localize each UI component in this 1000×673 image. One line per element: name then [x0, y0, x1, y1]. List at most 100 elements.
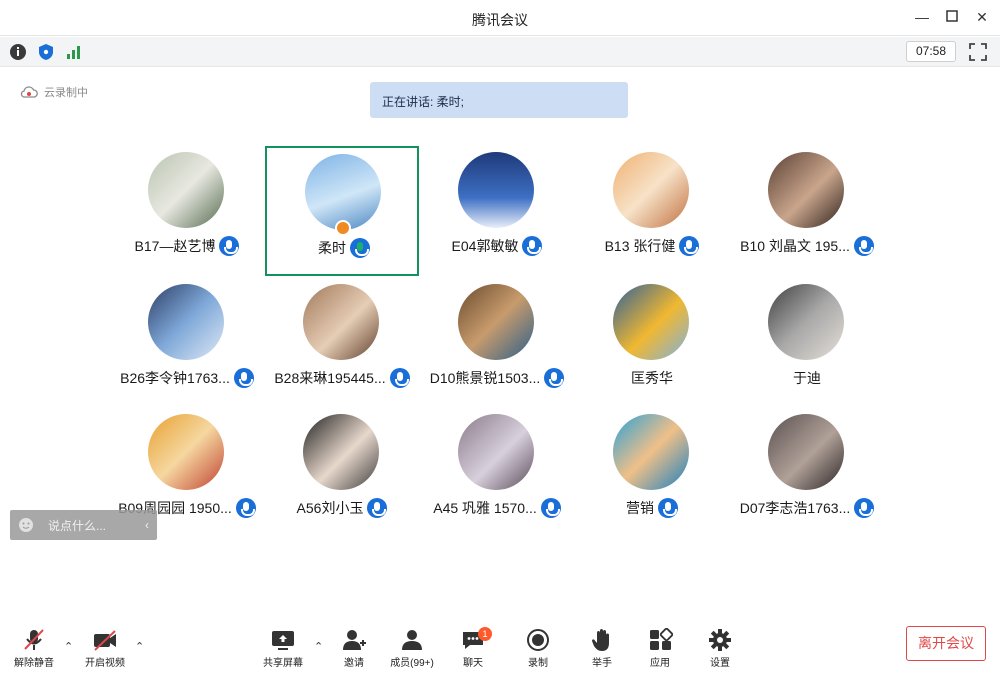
meeting-timer: 07:58 [906, 41, 956, 62]
participant-name-row: B17—赵艺博 [110, 236, 264, 256]
participant-name: B13 张行健 [604, 238, 676, 254]
gear-icon [709, 629, 731, 651]
participant-name: B17—赵艺博 [134, 238, 216, 254]
avatar [458, 414, 534, 490]
participant-name-row: B26李令钟1763... [110, 368, 264, 388]
participant-name: B28来琳195445... [274, 370, 386, 386]
participant-name-row: B28来琳195445... [265, 368, 419, 388]
collapse-chevron-icon[interactable]: ‹ [145, 518, 149, 532]
avatar [613, 414, 689, 490]
record-label: 录制 [528, 658, 548, 669]
participant-name-row: E04郭敏敏 [420, 236, 574, 256]
shield-icon[interactable] [36, 42, 56, 62]
mic-status-icon [233, 368, 254, 388]
participant-name: A45 巩雅 1570... [433, 500, 537, 516]
avatar [613, 284, 689, 360]
unmute-button[interactable]: 解除静音 [4, 622, 64, 673]
participant-name: A56刘小玉 [296, 500, 364, 516]
fullscreen-icon[interactable] [967, 41, 989, 63]
chat-label: 聊天 [463, 658, 483, 669]
invite-label: 邀请 [344, 658, 364, 669]
screen-share-icon [272, 631, 294, 650]
participant-name-row: D07李志浩1763... [730, 498, 884, 518]
participant-name: 于迪 [793, 370, 821, 386]
apps-button[interactable]: 应用 [630, 622, 690, 673]
participant-name: 营销 [626, 500, 654, 516]
minimize-icon[interactable]: — [913, 8, 931, 26]
mic-status-icon [853, 236, 874, 256]
signal-icon[interactable] [64, 42, 84, 62]
members-button[interactable]: 成员(99+) [382, 622, 442, 673]
avatar [768, 284, 844, 360]
close-icon[interactable]: ✕ [973, 8, 991, 26]
mic-status-icon [235, 498, 256, 518]
cloud-record-icon [20, 86, 38, 98]
speaking-banner: 正在讲话: 柔时; [370, 82, 628, 118]
mic-status-icon [219, 236, 240, 256]
mic-status-icon [522, 236, 543, 256]
avatar [148, 414, 224, 490]
invite-user-icon [343, 630, 366, 650]
recording-label: 云录制中 [44, 87, 88, 99]
mic-status-icon [389, 368, 410, 388]
mic-status-icon [367, 498, 388, 518]
participant-tile[interactable]: A45 巩雅 1570... [420, 408, 574, 538]
participant-tile[interactable]: B13 张行健 [575, 146, 729, 276]
apps-label: 应用 [650, 658, 670, 669]
participant-tile[interactable]: B10 刘晶文 195... [730, 146, 884, 276]
participant-tile[interactable]: E04郭敏敏 [420, 146, 574, 276]
meeting-info-bar [0, 37, 1000, 67]
hand-icon [592, 629, 609, 651]
participant-name: 匡秀华 [631, 370, 673, 386]
participant-name: B26李令钟1763... [120, 370, 230, 386]
video-off-icon [94, 630, 116, 651]
participant-tile[interactable]: 于迪 [730, 278, 884, 408]
participant-tile[interactable]: B26李令钟1763... [110, 278, 264, 408]
mic-status-icon [350, 238, 370, 258]
info-icon[interactable] [8, 42, 28, 62]
share-screen-button[interactable]: 共享屏幕 [253, 622, 313, 673]
invite-button[interactable]: 邀请 [324, 622, 384, 673]
control-bar: 解除静音 ⌃ 开启视频 ⌃ 共享屏幕 ⌃ 邀请 成员(99+) 1 聊天 录制 … [0, 622, 1000, 673]
participant-tile[interactable]: D07李志浩1763... [730, 408, 884, 538]
share-options-chevron-icon[interactable]: ⌃ [314, 640, 323, 653]
avatar [305, 154, 381, 230]
settings-label: 设置 [710, 658, 730, 669]
participant-name-row: B10 刘晶文 195... [730, 236, 884, 256]
host-badge-icon [335, 220, 351, 236]
avatar [768, 152, 844, 228]
participant-tile[interactable]: 营销 [575, 408, 729, 538]
raise-hand-button[interactable]: 举手 [572, 622, 632, 673]
start-video-button[interactable]: 开启视频 [75, 622, 135, 673]
audio-options-chevron-icon[interactable]: ⌃ [64, 640, 73, 653]
chat-quick-input[interactable]: 说点什么... ‹ [10, 510, 157, 540]
mic-status-icon [679, 236, 700, 256]
emoji-icon[interactable] [18, 517, 34, 533]
settings-button[interactable]: 设置 [690, 622, 750, 673]
mic-status-icon [658, 498, 678, 518]
participant-name-row: 于迪 [730, 368, 884, 388]
video-options-chevron-icon[interactable]: ⌃ [135, 640, 144, 653]
participant-name-row: D10熊景锐1503... [420, 368, 574, 388]
participant-name: B10 刘晶文 195... [740, 238, 850, 254]
participant-name-row: A45 巩雅 1570... [420, 498, 574, 518]
participant-name: D10熊景锐1503... [429, 370, 541, 386]
avatar [458, 284, 534, 360]
avatar [303, 284, 379, 360]
participant-tile[interactable]: D10熊景锐1503... [420, 278, 574, 408]
start-video-label: 开启视频 [85, 658, 125, 669]
participant-name: D07李志浩1763... [739, 500, 851, 516]
participant-tile[interactable]: 匡秀华 [575, 278, 729, 408]
participant-name-row: 营销 [575, 498, 729, 518]
participant-tile[interactable]: B28来琳195445... [265, 278, 419, 408]
participant-tile[interactable]: A56刘小玉 [265, 408, 419, 538]
cloud-recording-status[interactable]: 云录制中 [20, 84, 88, 100]
mic-status-icon [544, 368, 565, 388]
leave-meeting-button[interactable]: 离开会议 [906, 626, 986, 661]
record-button[interactable]: 录制 [508, 622, 568, 673]
chat-button[interactable]: 1 聊天 [443, 622, 503, 673]
participant-tile[interactable]: 柔时 [265, 146, 419, 276]
participant-tile[interactable]: B17—赵艺博 [110, 146, 264, 276]
maximize-icon[interactable] [943, 8, 961, 26]
participant-name-row: A56刘小玉 [265, 498, 419, 518]
